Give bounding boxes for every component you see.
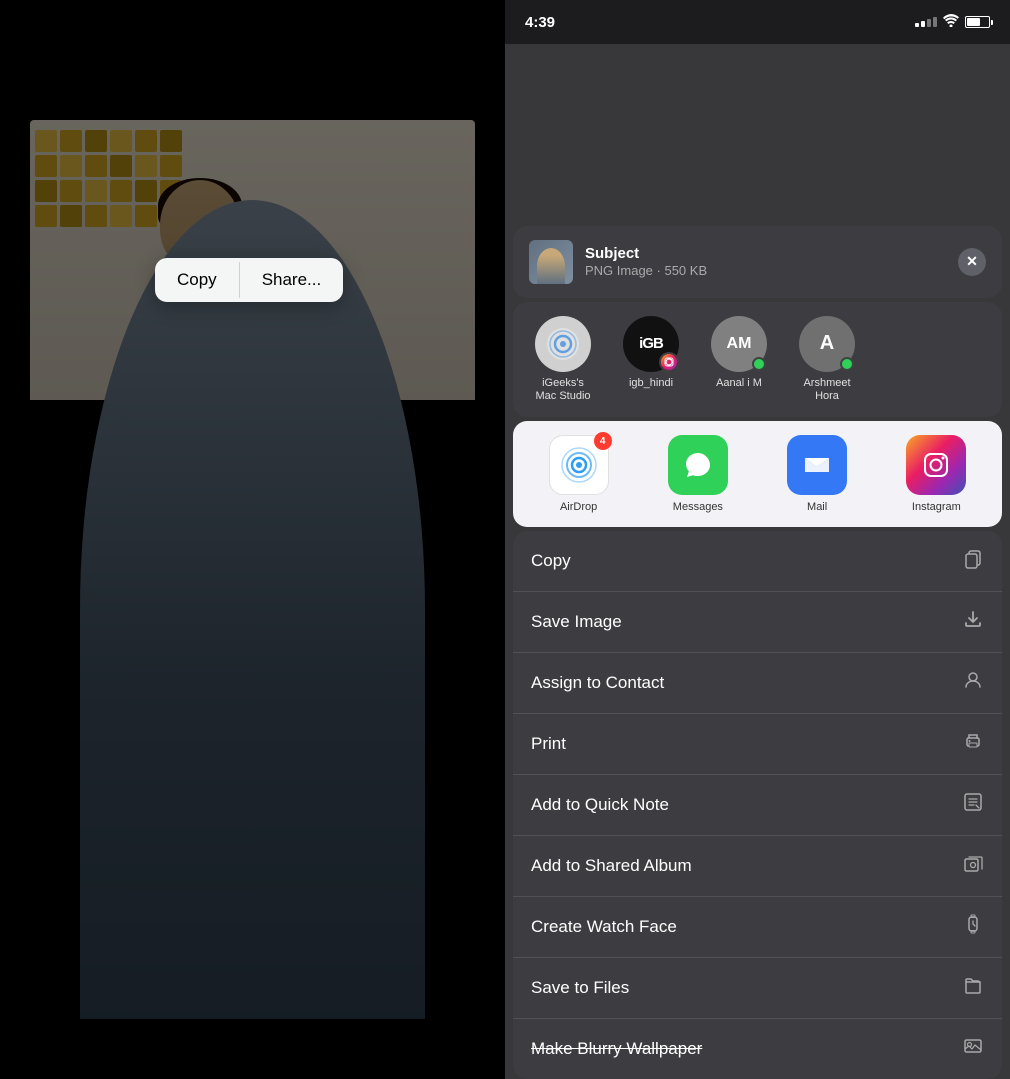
messages-app-icon bbox=[668, 435, 728, 495]
save-image-label: Save Image bbox=[531, 612, 622, 632]
status-icons bbox=[915, 14, 990, 30]
app-item-messages[interactable]: Messages bbox=[640, 435, 755, 513]
right-panel: 4:39 bbox=[505, 0, 1010, 1079]
status-time: 4:39 bbox=[525, 14, 555, 31]
signal-icon bbox=[915, 17, 937, 27]
assign-contact-icon bbox=[962, 669, 984, 697]
action-copy[interactable]: Copy bbox=[513, 531, 1002, 592]
contact-avatar-arshmeet: A bbox=[799, 316, 855, 372]
contact-avatar-aanal: AM bbox=[711, 316, 767, 372]
header-subtitle: PNG Image · 550 KB bbox=[585, 263, 707, 278]
action-create-watch-face[interactable]: Create Watch Face bbox=[513, 897, 1002, 958]
action-save-files[interactable]: Save to Files bbox=[513, 958, 1002, 1019]
copy-share-popup: Copy Share... bbox=[155, 258, 343, 302]
share-button[interactable]: Share... bbox=[240, 258, 344, 302]
contact-item-igb-hindi[interactable]: iGB igb_hindi bbox=[611, 316, 691, 403]
add-shared-album-icon bbox=[962, 852, 984, 880]
share-sheet-header: Subject PNG Image · 550 KB ✕ bbox=[513, 226, 1002, 298]
thumbnail bbox=[529, 240, 573, 284]
messages-label: Messages bbox=[673, 501, 723, 513]
app-item-instagram[interactable]: Instagram bbox=[879, 435, 994, 513]
mail-app-icon bbox=[787, 435, 847, 495]
create-watch-face-icon bbox=[962, 913, 984, 941]
contact-label-arshmeet: ArshmeetHora bbox=[803, 377, 850, 403]
copy-action-icon bbox=[962, 547, 984, 575]
battery-icon bbox=[965, 16, 990, 28]
contact-label-mac-studio: iGeeks'sMac Studio bbox=[535, 377, 590, 403]
contact-label-igb: igb_hindi bbox=[629, 377, 673, 390]
assign-contact-label: Assign to Contact bbox=[531, 673, 664, 693]
instagram-app-icon bbox=[906, 435, 966, 495]
header-info: Subject PNG Image · 550 KB bbox=[585, 245, 707, 278]
contact-label-aanal: Aanal i M bbox=[716, 377, 762, 390]
airdrop-badge: 4 bbox=[594, 432, 612, 450]
contact-avatar-mac-studio bbox=[535, 316, 591, 372]
add-quick-note-label: Add to Quick Note bbox=[531, 795, 669, 815]
print-label: Print bbox=[531, 734, 566, 754]
instagram-badge bbox=[659, 352, 679, 372]
close-button[interactable]: ✕ bbox=[958, 248, 986, 276]
contact-item-arshmeet[interactable]: A ArshmeetHora bbox=[787, 316, 867, 403]
action-print[interactable]: Print bbox=[513, 714, 1002, 775]
add-shared-album-label: Add to Shared Album bbox=[531, 856, 692, 876]
app-item-airdrop[interactable]: 4 AirDrop bbox=[521, 435, 636, 513]
status-bar: 4:39 bbox=[505, 0, 1010, 44]
create-watch-face-label: Create Watch Face bbox=[531, 917, 677, 937]
mail-label: Mail bbox=[807, 501, 827, 513]
dark-overlay bbox=[0, 0, 505, 1079]
action-save-image[interactable]: Save Image bbox=[513, 592, 1002, 653]
left-panel: Copy Share... bbox=[0, 0, 505, 1079]
copy-button[interactable]: Copy bbox=[155, 258, 239, 302]
contact-avatar-igb: iGB bbox=[623, 316, 679, 372]
action-add-shared-album[interactable]: Add to Shared Album bbox=[513, 836, 1002, 897]
contact-item-mac-studio[interactable]: iGeeks'sMac Studio bbox=[523, 316, 603, 403]
contacts-row: iGeeks'sMac Studio iGB igb_hindi AM Aana bbox=[513, 302, 1002, 417]
airdrop-label: AirDrop bbox=[560, 501, 597, 513]
header-title: Subject bbox=[585, 245, 707, 262]
copy-action-label: Copy bbox=[531, 551, 571, 571]
save-files-label: Save to Files bbox=[531, 978, 629, 998]
print-icon bbox=[962, 730, 984, 758]
close-icon: ✕ bbox=[966, 253, 978, 270]
action-assign-contact[interactable]: Assign to Contact bbox=[513, 653, 1002, 714]
instagram-label: Instagram bbox=[912, 501, 961, 513]
header-left: Subject PNG Image · 550 KB bbox=[529, 240, 707, 284]
arshmeet-message-badge bbox=[840, 357, 854, 371]
action-add-quick-note[interactable]: Add to Quick Note bbox=[513, 775, 1002, 836]
action-make-blurry[interactable]: Make Blurry Wallpaper bbox=[513, 1019, 1002, 1079]
save-files-icon bbox=[962, 974, 984, 1002]
wifi-icon bbox=[943, 14, 959, 30]
actions-list: Copy Save Image Assign to Contact bbox=[513, 531, 1002, 1079]
app-item-mail[interactable]: Mail bbox=[760, 435, 875, 513]
contact-item-aanal[interactable]: AM Aanal i M bbox=[699, 316, 779, 403]
add-quick-note-icon bbox=[962, 791, 984, 819]
make-blurry-label: Make Blurry Wallpaper bbox=[531, 1039, 702, 1059]
share-sheet: Subject PNG Image · 550 KB ✕ bbox=[505, 226, 1010, 1079]
airdrop-app-icon: 4 bbox=[549, 435, 609, 495]
aanal-message-badge bbox=[752, 357, 766, 371]
apps-row: 4 AirDrop Messages bbox=[513, 421, 1002, 527]
make-blurry-icon bbox=[962, 1035, 984, 1063]
save-image-icon bbox=[962, 608, 984, 636]
